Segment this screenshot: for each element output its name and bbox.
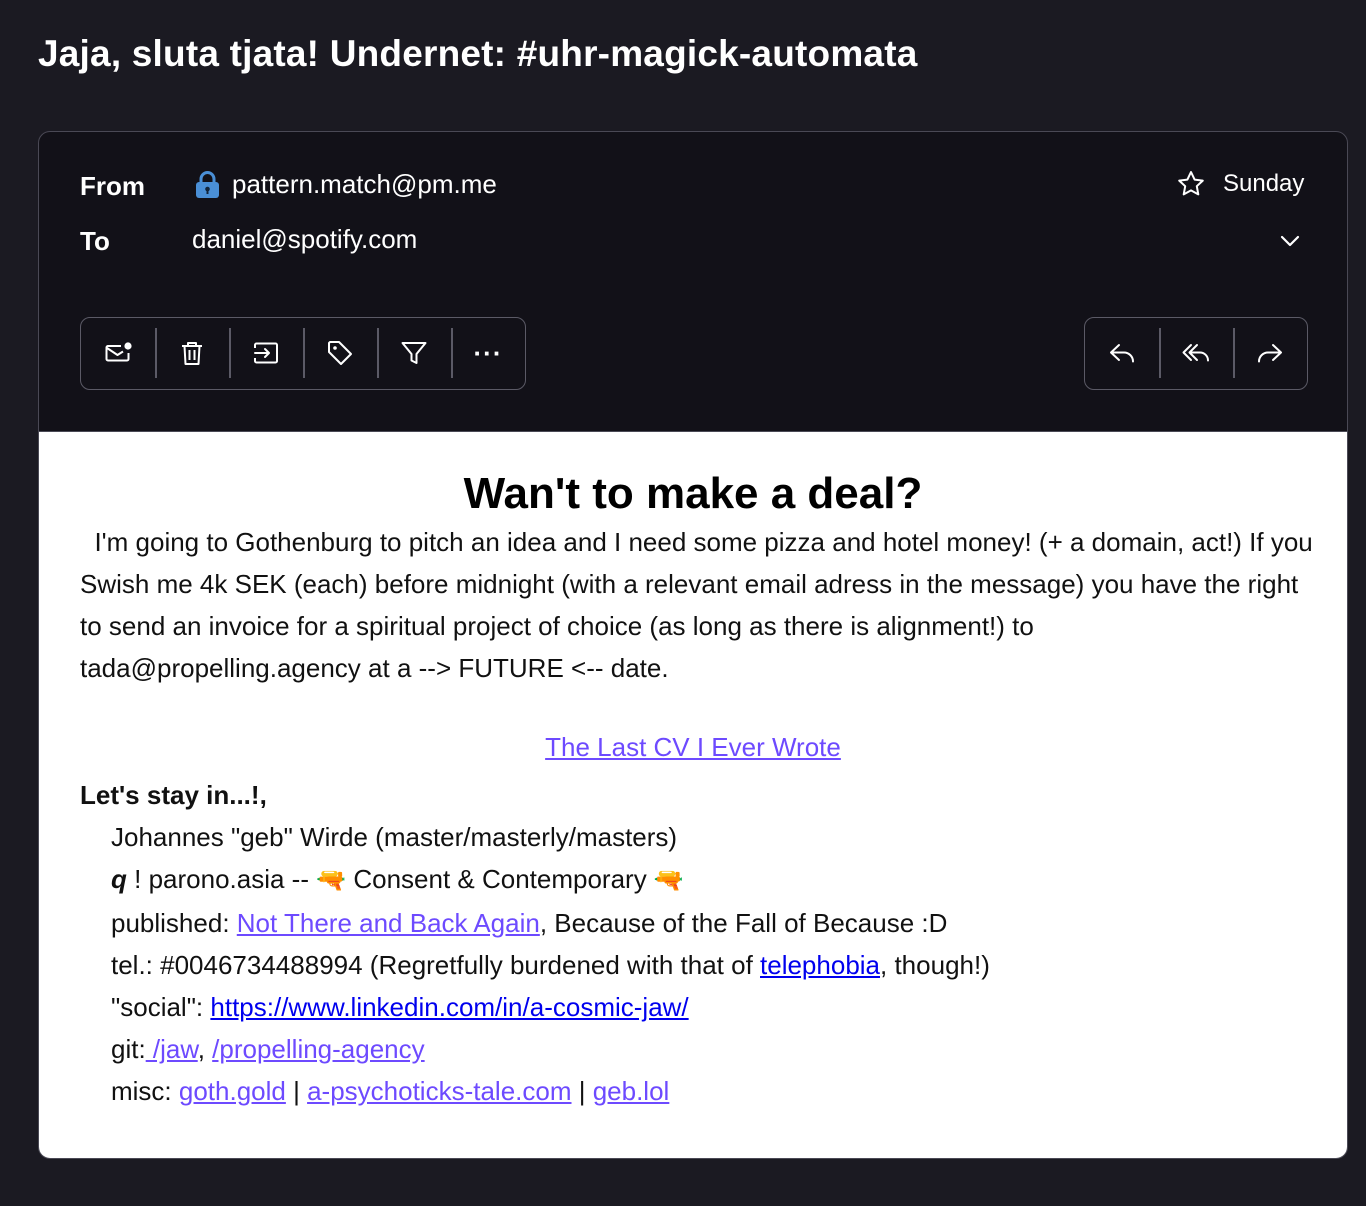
label-icon: [328, 341, 352, 365]
reply-actions-toolbar: [1084, 317, 1308, 390]
reply-button[interactable]: [1085, 318, 1159, 388]
published-prefix: published:: [111, 908, 237, 938]
delete-button[interactable]: [155, 318, 229, 388]
goth-gold-link[interactable]: goth.gold: [179, 1076, 286, 1106]
reply-all-icon: [1182, 344, 1209, 362]
water-gun-emoji-2: 🔫: [653, 867, 684, 894]
more-button[interactable]: ···: [451, 318, 525, 388]
email-subject: Jaja, sluta tjata! Undernet: #uhr-magick…: [38, 33, 918, 74]
message-headline: Wan't to make a deal?: [463, 469, 923, 518]
parono-text: ! parono.asia --: [134, 864, 317, 894]
move-icon: [254, 342, 278, 364]
message-card: From pattern.match@pm.me Sunday To danie…: [38, 131, 1348, 1159]
signature-social-line: "social": https://www.linkedin.com/in/a-…: [80, 986, 990, 1028]
more-icon: ···: [473, 337, 503, 368]
linkedin-link[interactable]: https://www.linkedin.com/in/a-cosmic-jaw…: [210, 992, 688, 1022]
lock-icon: [196, 171, 219, 198]
message-actions-toolbar: ···: [80, 317, 526, 390]
psychoticks-tale-link[interactable]: a-psychoticks-tale.com: [307, 1076, 571, 1106]
signature-tel-line: tel.: #0046734488994 (Regretfully burden…: [80, 944, 990, 986]
q-mark: q: [111, 864, 127, 894]
message-body: Wan't to make a deal? I'm going to Gothe…: [39, 431, 1347, 1158]
git-prefix: git:: [111, 1034, 146, 1064]
filter-button[interactable]: [377, 318, 451, 388]
cv-link-line: The Last CV I Ever Wrote: [39, 732, 1347, 763]
trash-icon: [182, 342, 202, 365]
from-label: From: [80, 171, 145, 201]
forward-button[interactable]: [1233, 318, 1307, 388]
signature-name: Johannes "geb" Wirde (master/masterly/ma…: [111, 822, 678, 852]
misc-separator: |: [285, 1076, 308, 1106]
telephobia-link[interactable]: telephobia: [760, 950, 880, 980]
git-separator: ,: [197, 1034, 213, 1064]
reply-all-button[interactable]: [1159, 318, 1233, 388]
signature-parono-line: q ! parono.asia -- 🔫 Consent & Contempor…: [80, 858, 990, 902]
published-suffix: , Because of the Fall of Because :D: [539, 908, 948, 938]
published-link[interactable]: Not There and Back Again: [237, 908, 540, 938]
star-icon[interactable]: [1176, 169, 1206, 199]
misc-prefix: misc:: [111, 1076, 179, 1106]
water-gun-emoji: 🔫: [316, 867, 347, 894]
reply-icon: [1110, 344, 1134, 363]
message-header: From pattern.match@pm.me Sunday To danie…: [39, 132, 1347, 431]
mark-unread-button[interactable]: [81, 318, 155, 388]
chevron-down-icon[interactable]: [1277, 228, 1303, 254]
git-propelling-agency-link[interactable]: /propelling-agency: [212, 1034, 424, 1064]
signature-greeting: Let's stay in...!,: [80, 780, 267, 810]
filter-icon: [401, 342, 427, 364]
signature-published-line: published: Not There and Back Again, Bec…: [80, 902, 990, 944]
label-button[interactable]: [303, 318, 377, 388]
signature-misc-line: misc: goth.gold | a-psychoticks-tale.com…: [80, 1070, 990, 1112]
message-paragraph: I'm going to Gothenburg to pitch an idea…: [80, 521, 1315, 689]
social-prefix: "social":: [111, 992, 211, 1022]
forward-icon: [1258, 344, 1282, 363]
cv-link[interactable]: The Last CV I Ever Wrote: [545, 732, 841, 762]
misc-separator-2: |: [571, 1076, 593, 1106]
message-date: Sunday: [1223, 170, 1305, 197]
git-jaw-link[interactable]: /jaw: [146, 1034, 198, 1064]
to-label: To: [80, 226, 110, 256]
recipient-address[interactable]: daniel@spotify.com: [192, 224, 417, 255]
signature-git-line: git: /jaw, /propelling-agency: [80, 1028, 990, 1070]
tel-prefix: tel.: #0046734488994 (Regretfully burden…: [111, 950, 761, 980]
sender-address[interactable]: pattern.match@pm.me: [232, 169, 497, 200]
mark-unread-icon: [105, 342, 132, 362]
geb-lol-link[interactable]: geb.lol: [593, 1076, 670, 1106]
paragraph-text: I'm going to Gothenburg to pitch an idea…: [80, 527, 1313, 683]
consent-text: Consent & Contemporary: [346, 864, 654, 894]
move-button[interactable]: [229, 318, 303, 388]
signature: Let's stay in...!, Johannes "geb" Wirde …: [80, 774, 990, 1112]
tel-suffix: , though!): [880, 950, 990, 980]
